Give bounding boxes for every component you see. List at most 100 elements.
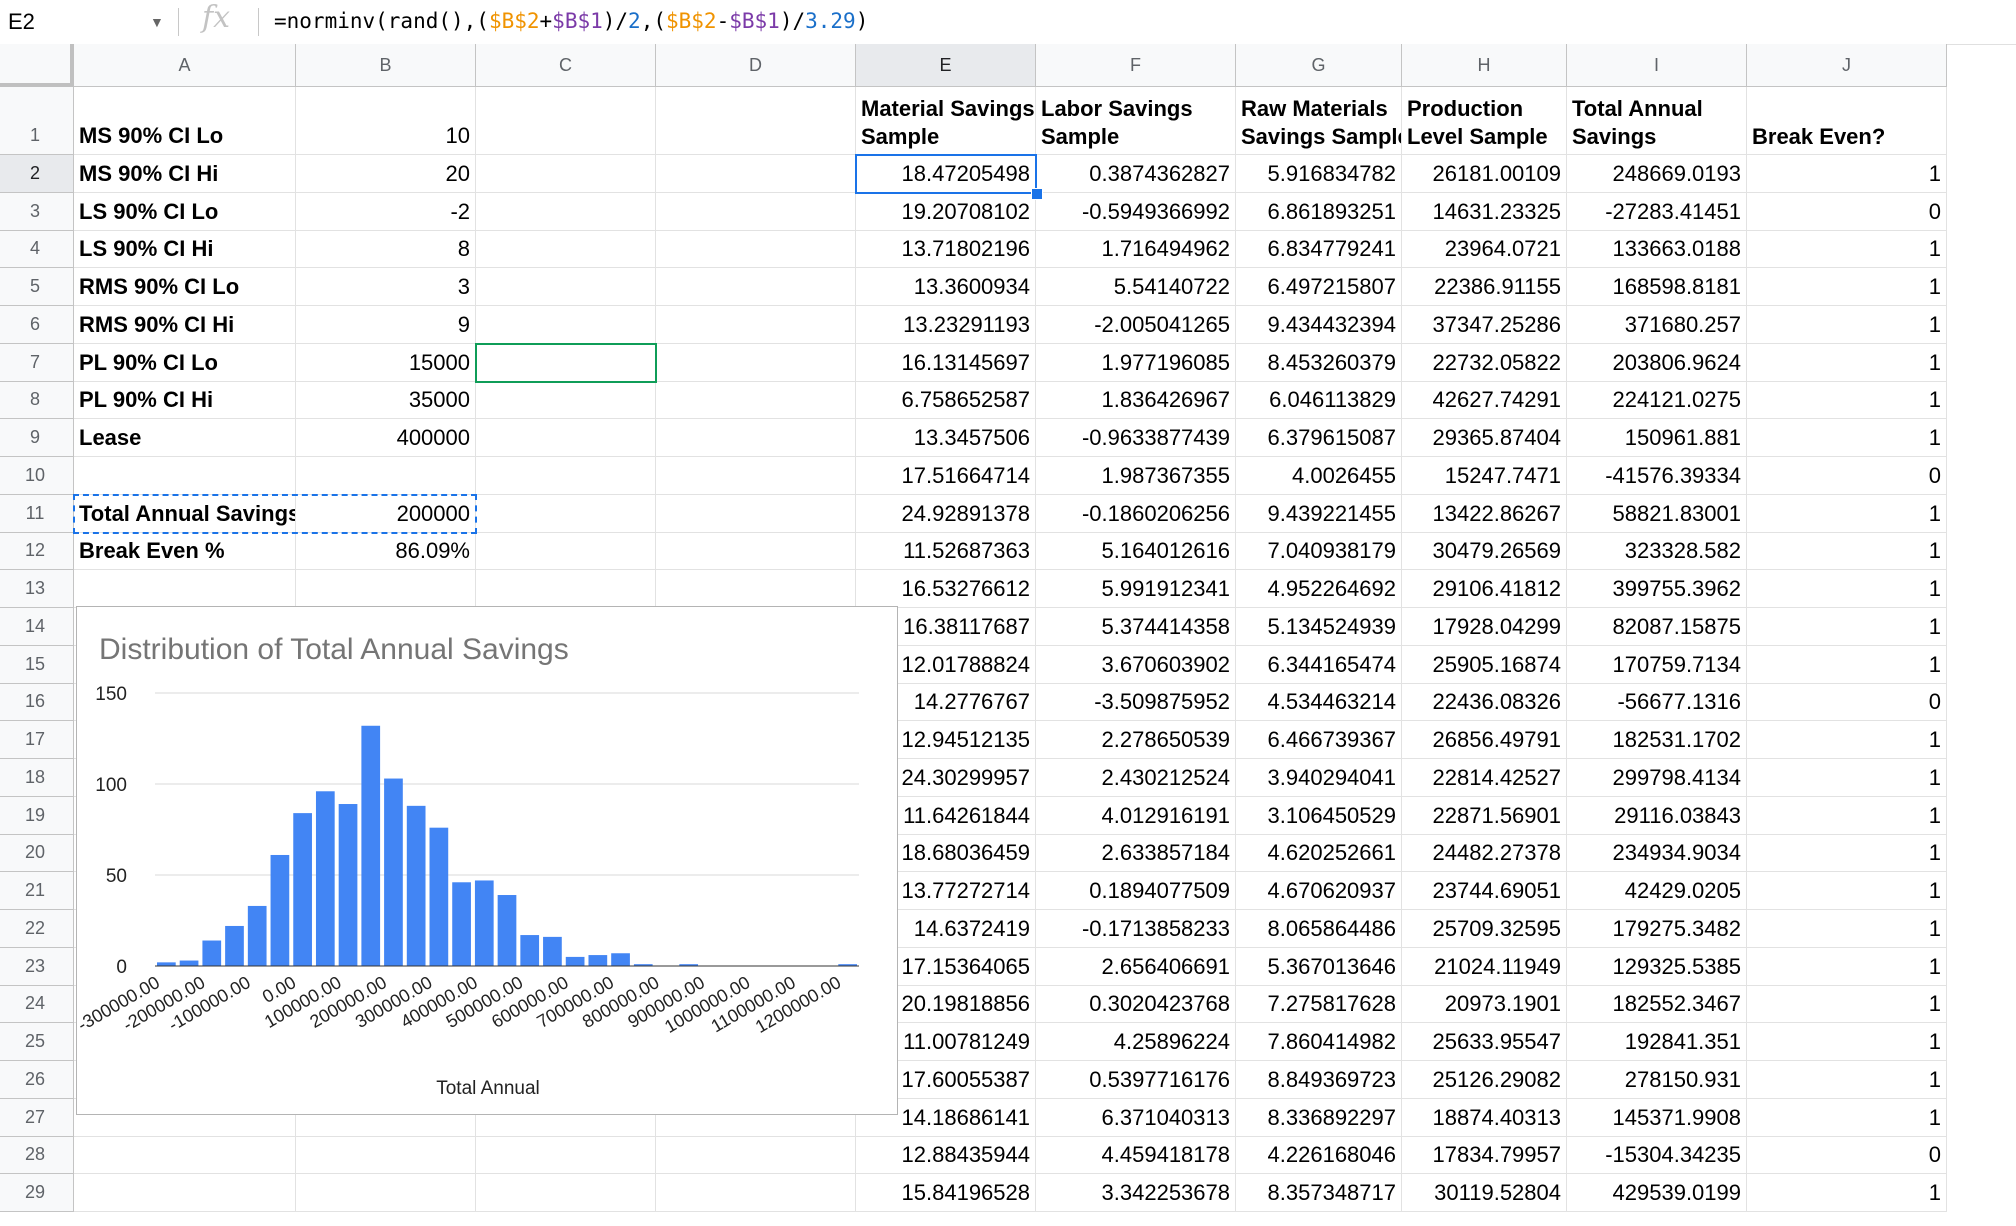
sample-value-cell[interactable]: 8.065864486: [1236, 910, 1402, 948]
sample-value-cell[interactable]: 129325.5385: [1567, 947, 1747, 986]
input-value-cell[interactable]: 86.09%: [296, 532, 476, 571]
column-header-b[interactable]: B: [296, 44, 476, 87]
row-header-2[interactable]: 2: [0, 155, 74, 193]
row-header-6[interactable]: 6: [0, 306, 74, 344]
sample-value-cell[interactable]: 17928.04299: [1402, 608, 1567, 646]
sample-value-cell[interactable]: 22732.05822: [1402, 343, 1567, 382]
sample-value-cell[interactable]: -2.005041265: [1036, 306, 1236, 344]
cell[interactable]: [656, 1174, 856, 1212]
row-header-13[interactable]: 13: [0, 570, 74, 608]
input-value-cell[interactable]: 3: [296, 268, 476, 306]
sample-value-cell[interactable]: 1: [1747, 381, 1947, 420]
sample-value-cell[interactable]: 13.71802196: [856, 230, 1036, 269]
row-header-1[interactable]: 1: [0, 87, 74, 155]
sample-value-cell[interactable]: -41576.39334: [1567, 457, 1747, 495]
sample-value-cell[interactable]: 16.53276612: [856, 570, 1036, 608]
sample-value-cell[interactable]: 17.51664714: [856, 457, 1036, 495]
cell[interactable]: [74, 1136, 296, 1175]
sample-value-cell[interactable]: 29106.41812: [1402, 570, 1567, 608]
input-value-cell[interactable]: 10: [296, 87, 476, 155]
column-header-e[interactable]: E: [856, 44, 1036, 87]
sample-value-cell[interactable]: 1: [1747, 532, 1947, 571]
sample-value-cell[interactable]: 1: [1747, 947, 1947, 986]
cell[interactable]: [74, 570, 296, 608]
sample-value-cell[interactable]: 0: [1747, 1136, 1947, 1175]
row-header-22[interactable]: 22: [0, 910, 74, 948]
sample-header-cell[interactable]: Break Even?: [1747, 87, 1947, 155]
sample-value-cell[interactable]: 12.88435944: [856, 1136, 1036, 1175]
sample-value-cell[interactable]: 1: [1747, 608, 1947, 646]
sample-value-cell[interactable]: 1: [1747, 1023, 1947, 1061]
sample-value-cell[interactable]: 3.670603902: [1036, 645, 1236, 684]
cell[interactable]: [476, 1174, 656, 1212]
sample-value-cell[interactable]: 1.977196085: [1036, 343, 1236, 382]
input-label-cell[interactable]: [74, 457, 296, 495]
cell[interactable]: [296, 1174, 476, 1212]
sample-value-cell[interactable]: 13422.86267: [1402, 494, 1567, 533]
sample-value-cell[interactable]: 3.940294041: [1236, 759, 1402, 797]
sample-value-cell[interactable]: 42429.0205: [1567, 872, 1747, 910]
column-header-j[interactable]: J: [1747, 44, 1947, 87]
sample-value-cell[interactable]: 1: [1747, 1098, 1947, 1137]
sample-value-cell[interactable]: 8.849369723: [1236, 1061, 1402, 1099]
sample-value-cell[interactable]: 25905.16874: [1402, 645, 1567, 684]
sample-value-cell[interactable]: 6.379615087: [1236, 419, 1402, 457]
input-label-cell[interactable]: MS 90% CI Hi: [74, 155, 296, 193]
row-header-23[interactable]: 23: [0, 947, 74, 986]
sample-value-cell[interactable]: 3.342253678: [1036, 1174, 1236, 1212]
input-value-cell[interactable]: -2: [296, 192, 476, 231]
cell[interactable]: [476, 268, 656, 306]
input-value-cell[interactable]: 15000: [296, 343, 476, 382]
cell[interactable]: [476, 419, 656, 457]
column-header-a[interactable]: A: [74, 44, 296, 87]
sample-value-cell[interactable]: 19.20708102: [856, 192, 1036, 231]
row-header-20[interactable]: 20: [0, 834, 74, 873]
sample-value-cell[interactable]: 25709.32595: [1402, 910, 1567, 948]
sample-value-cell[interactable]: 5.374414358: [1036, 608, 1236, 646]
cell[interactable]: [476, 494, 656, 533]
row-header-19[interactable]: 19: [0, 796, 74, 835]
sample-value-cell[interactable]: 17834.79957: [1402, 1136, 1567, 1175]
input-label-cell[interactable]: RMS 90% CI Lo: [74, 268, 296, 306]
cell[interactable]: [476, 457, 656, 495]
sample-value-cell[interactable]: 1: [1747, 306, 1947, 344]
sample-value-cell[interactable]: 1.987367355: [1036, 457, 1236, 495]
sample-value-cell[interactable]: 1: [1747, 570, 1947, 608]
sample-value-cell[interactable]: 22871.56901: [1402, 796, 1567, 835]
row-header-26[interactable]: 26: [0, 1061, 74, 1099]
cell[interactable]: [656, 87, 856, 155]
sample-value-cell[interactable]: 6.466739367: [1236, 721, 1402, 759]
sample-header-cell[interactable]: Labor Savings Sample: [1036, 87, 1236, 155]
sample-value-cell[interactable]: 1: [1747, 419, 1947, 457]
sample-value-cell[interactable]: 25633.95547: [1402, 1023, 1567, 1061]
sample-value-cell[interactable]: 9.439221455: [1236, 494, 1402, 533]
input-label-cell[interactable]: LS 90% CI Hi: [74, 230, 296, 269]
sample-value-cell[interactable]: -27283.41451: [1567, 192, 1747, 231]
sample-value-cell[interactable]: 4.25896224: [1036, 1023, 1236, 1061]
cell[interactable]: [476, 343, 656, 382]
sample-value-cell[interactable]: -0.5949366992: [1036, 192, 1236, 231]
sample-value-cell[interactable]: 23964.0721: [1402, 230, 1567, 269]
row-header-25[interactable]: 25: [0, 1023, 74, 1061]
input-value-cell[interactable]: 400000: [296, 419, 476, 457]
cell[interactable]: [656, 494, 856, 533]
cell[interactable]: [656, 230, 856, 269]
sample-value-cell[interactable]: 5.367013646: [1236, 947, 1402, 986]
sample-value-cell[interactable]: 6.834779241: [1236, 230, 1402, 269]
sample-value-cell[interactable]: 37347.25286: [1402, 306, 1567, 344]
sample-value-cell[interactable]: 15247.7471: [1402, 457, 1567, 495]
sample-value-cell[interactable]: 58821.83001: [1567, 494, 1747, 533]
input-label-cell[interactable]: PL 90% CI Lo: [74, 343, 296, 382]
sample-value-cell[interactable]: 42627.74291: [1402, 381, 1567, 420]
row-header-29[interactable]: 29: [0, 1174, 74, 1212]
sample-value-cell[interactable]: 145371.9908: [1567, 1098, 1747, 1137]
sample-value-cell[interactable]: 6.371040313: [1036, 1098, 1236, 1137]
sample-value-cell[interactable]: 150961.881: [1567, 419, 1747, 457]
column-header-d[interactable]: D: [656, 44, 856, 87]
sample-value-cell[interactable]: 1.716494962: [1036, 230, 1236, 269]
row-header-21[interactable]: 21: [0, 872, 74, 910]
input-label-cell[interactable]: Lease: [74, 419, 296, 457]
sample-value-cell[interactable]: 6.344165474: [1236, 645, 1402, 684]
column-header-f[interactable]: F: [1036, 44, 1236, 87]
sample-value-cell[interactable]: 278150.931: [1567, 1061, 1747, 1099]
